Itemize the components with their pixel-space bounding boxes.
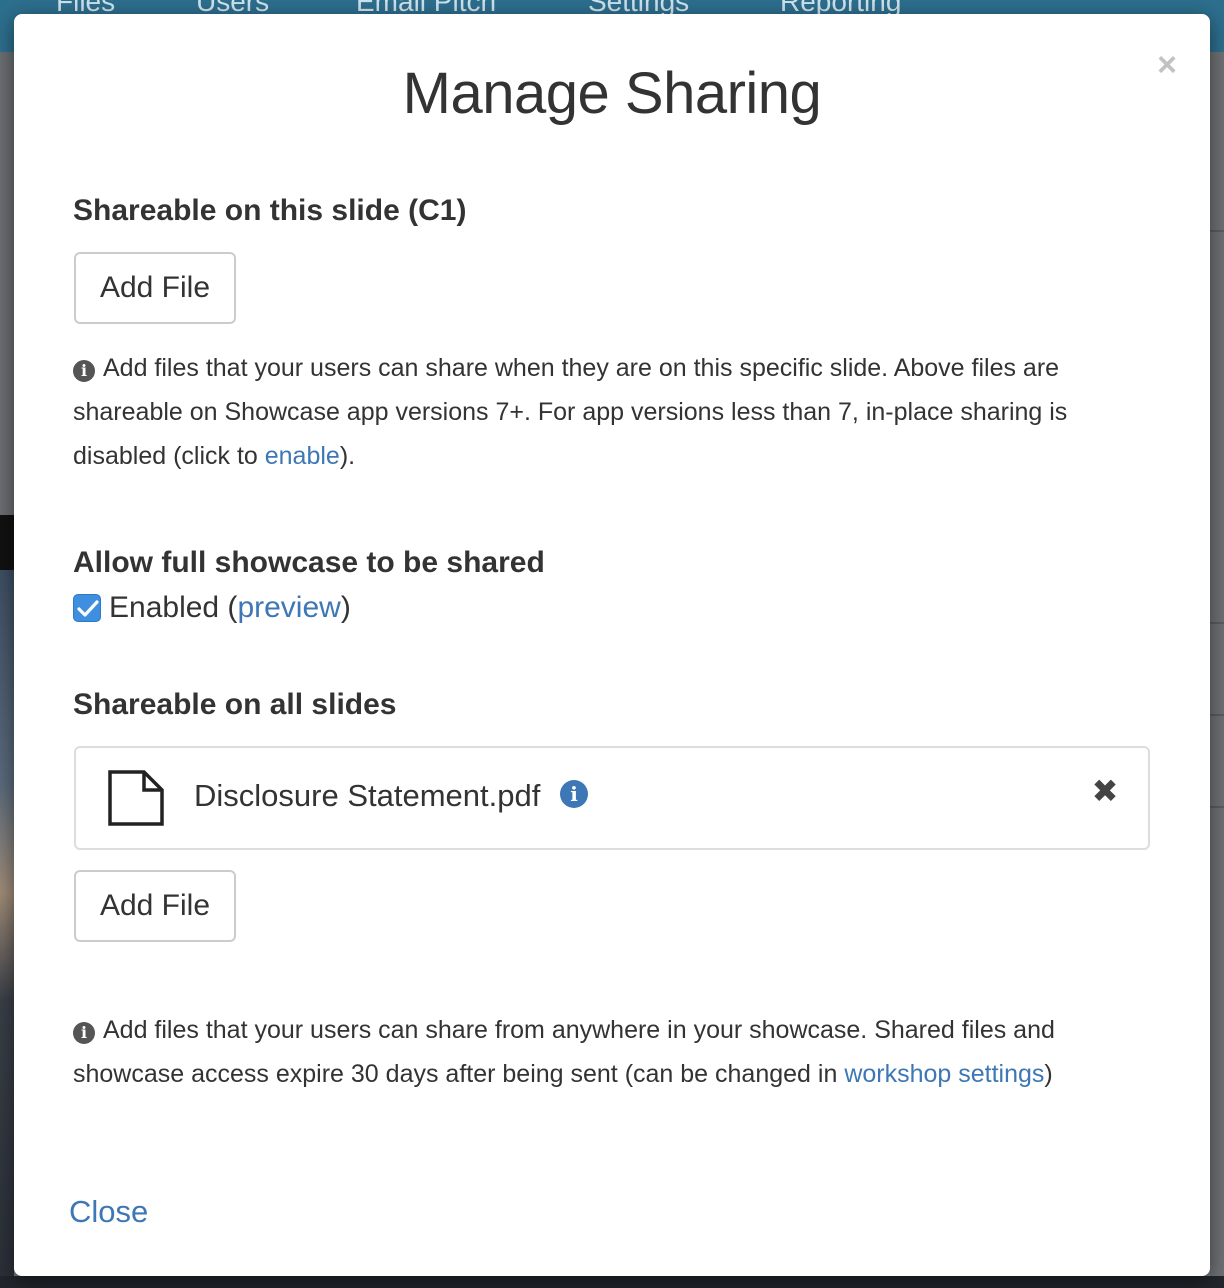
slide-section-heading: Shareable on this slide (C1) <box>73 194 467 227</box>
info-icon: i <box>73 360 95 382</box>
full-showcase-heading: Allow full showcase to be shared <box>73 546 545 579</box>
workshop-settings-link[interactable]: workshop settings <box>844 1060 1044 1088</box>
modal-title: Manage Sharing <box>402 61 822 126</box>
background-divider <box>1210 806 1224 808</box>
add-slide-file-button[interactable]: Add File <box>74 252 236 324</box>
manage-sharing-modal: Manage Sharing × Shareable on this slide… <box>14 14 1210 1276</box>
file-name: Disclosure Statement.pdf <box>194 778 541 813</box>
close-button[interactable]: Close <box>69 1194 148 1230</box>
remove-file-icon[interactable]: ✖ <box>1090 775 1120 807</box>
background-bottom-strip <box>0 1276 1224 1288</box>
all-slides-help-text: i Add files that your users can share fro… <box>73 1008 1153 1096</box>
info-icon: i <box>73 1022 95 1044</box>
preview-link[interactable]: preview <box>237 591 340 625</box>
background-right-strip <box>1210 52 1224 1288</box>
add-global-file-button[interactable]: Add File <box>74 870 236 942</box>
slide-help-text-end: ). <box>339 442 356 470</box>
shared-file-row: Disclosure Statement.pdf i ✖ <box>74 746 1150 850</box>
enabled-checkbox-row: Enabled (preview) <box>73 590 351 626</box>
file-info-icon[interactable]: i <box>560 780 588 808</box>
background-divider <box>1210 622 1224 624</box>
background-divider <box>1210 714 1224 716</box>
slide-help-text: i Add files that your users can share whe… <box>73 346 1153 478</box>
background-divider <box>1210 230 1224 232</box>
background-left-dark <box>0 515 14 570</box>
document-icon <box>108 770 164 826</box>
slide-help-text-body: Add files that your users can share when… <box>73 354 1068 470</box>
enable-link[interactable]: enable <box>265 442 340 470</box>
all-slides-heading: Shareable on all slides <box>73 688 397 721</box>
background-left-photo <box>0 570 14 1288</box>
close-icon[interactable]: × <box>1152 48 1182 82</box>
enabled-checkbox[interactable] <box>73 594 101 622</box>
enabled-label-end: ) <box>340 591 351 624</box>
checkmark-icon <box>77 600 99 617</box>
enabled-label: Enabled ( <box>109 591 238 624</box>
all-slides-help-text-end: ) <box>1044 1060 1053 1088</box>
